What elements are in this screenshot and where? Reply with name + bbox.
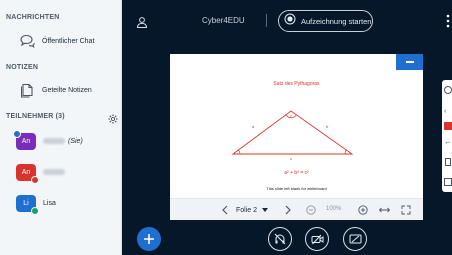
slide-menu-button[interactable] [396,54,423,70]
chevron-right-icon [285,205,291,215]
next-slide-button[interactable] [281,199,295,221]
participant-name-text: Lisa [43,199,56,207]
avatar-initials: Li [23,199,29,207]
fit-width-icon [378,207,390,213]
fullscreen-button[interactable] [399,199,413,221]
zoom-in-icon [358,205,368,215]
screenshare-off-icon [349,234,361,243]
minimize-icon [405,61,414,63]
actions-plus-button[interactable] [137,227,161,251]
participant-item[interactable]: An [16,161,116,184]
side-label-c: c [290,156,292,161]
color-swatch-icon[interactable] [444,122,452,130]
presenter-badge-icon [13,129,21,138]
notes-section-title: NOTIZEN [6,64,39,71]
zoom-out-icon [306,205,316,215]
messages-section-title: NACHRICHTEN [6,14,60,21]
sidebar-item-public-chat[interactable]: Öffentlicher Chat [4,30,116,52]
avatar-initials: An [21,137,31,145]
slide-select-value: Folie 2 [236,206,258,214]
participant-item[interactable]: Li Lisa [16,192,116,215]
slide-note: This slide left blank for whiteboard [266,186,327,191]
hand-tool-icon[interactable] [444,86,452,94]
slide-toolbar: Folie 2 100% [170,198,423,220]
slide-formula: a² + b² = c² [284,170,309,176]
muted-badge-icon [31,175,39,184]
avatar: An [16,163,39,184]
avatar: Li [16,194,39,215]
camera-button[interactable] [305,227,329,251]
plus-icon [144,234,154,244]
audio-button[interactable] [268,227,292,251]
fullscreen-icon [401,205,411,215]
name-redacted [43,138,65,144]
zoom-in-button[interactable] [356,199,370,221]
zoom-out-button[interactable] [304,199,318,221]
public-chat-label: Öffentlicher Chat [42,37,95,45]
zoom-level: 100% [326,206,342,212]
meeting-title: Cyber4EDU [202,16,245,25]
undo-icon[interactable]: ‹ [444,108,446,115]
avatar-initials: An [21,168,31,176]
triangle-diagram [231,110,354,155]
record-label: Aufzeichnung starten [301,16,372,26]
title-divider [266,14,267,27]
top-bar: Cyber4EDU Aufzeichnung starten [122,0,452,42]
participant-name: Lisa [43,200,56,207]
multi-user-icon[interactable] [444,178,452,186]
self-suffix: (Sie) [68,137,83,145]
participants-section-title: TEILNEHMER (3) [6,113,65,120]
caret-down-icon [262,207,269,212]
fit-width-button[interactable] [377,199,391,221]
more-options-icon[interactable] [446,14,450,33]
name-redacted [43,169,65,175]
headphones-off-icon [274,233,286,245]
notes-icon [18,81,36,99]
screenshare-button[interactable] [343,227,367,251]
previous-slide-button[interactable] [218,199,232,221]
slide-select[interactable]: Folie 2 [236,202,269,218]
camera-off-icon [311,234,323,244]
record-icon [284,12,296,30]
side-label-a: a [252,124,255,129]
back-arrow-icon[interactable]: ← [444,138,452,146]
participants-settings-icon[interactable] [108,111,118,129]
participant-name [43,169,65,175]
user-icon[interactable] [136,15,148,33]
whiteboard-toolbar: ‹ ← [442,80,452,192]
audio-badge-icon [31,206,39,215]
delete-icon[interactable] [445,158,451,166]
participant-name: (Sie) [43,138,83,145]
shared-notes-label: Geteilte Notizen [42,86,92,94]
start-recording-button[interactable]: Aufzeichnung starten [278,10,373,32]
side-label-b: b [326,124,329,129]
chevron-left-icon [222,205,228,215]
avatar: An [13,129,36,150]
sidebar: NACHRICHTEN Öffentlicher Chat NOTIZEN Ge… [0,0,122,255]
sidebar-item-shared-notes[interactable]: Geteilte Notizen [4,79,116,101]
participant-item[interactable]: An (Sie) [13,129,116,152]
presentation-slide[interactable]: Satz des Pythagoras a b c a² + b² = c² T… [170,54,423,220]
chat-icon [18,32,36,50]
